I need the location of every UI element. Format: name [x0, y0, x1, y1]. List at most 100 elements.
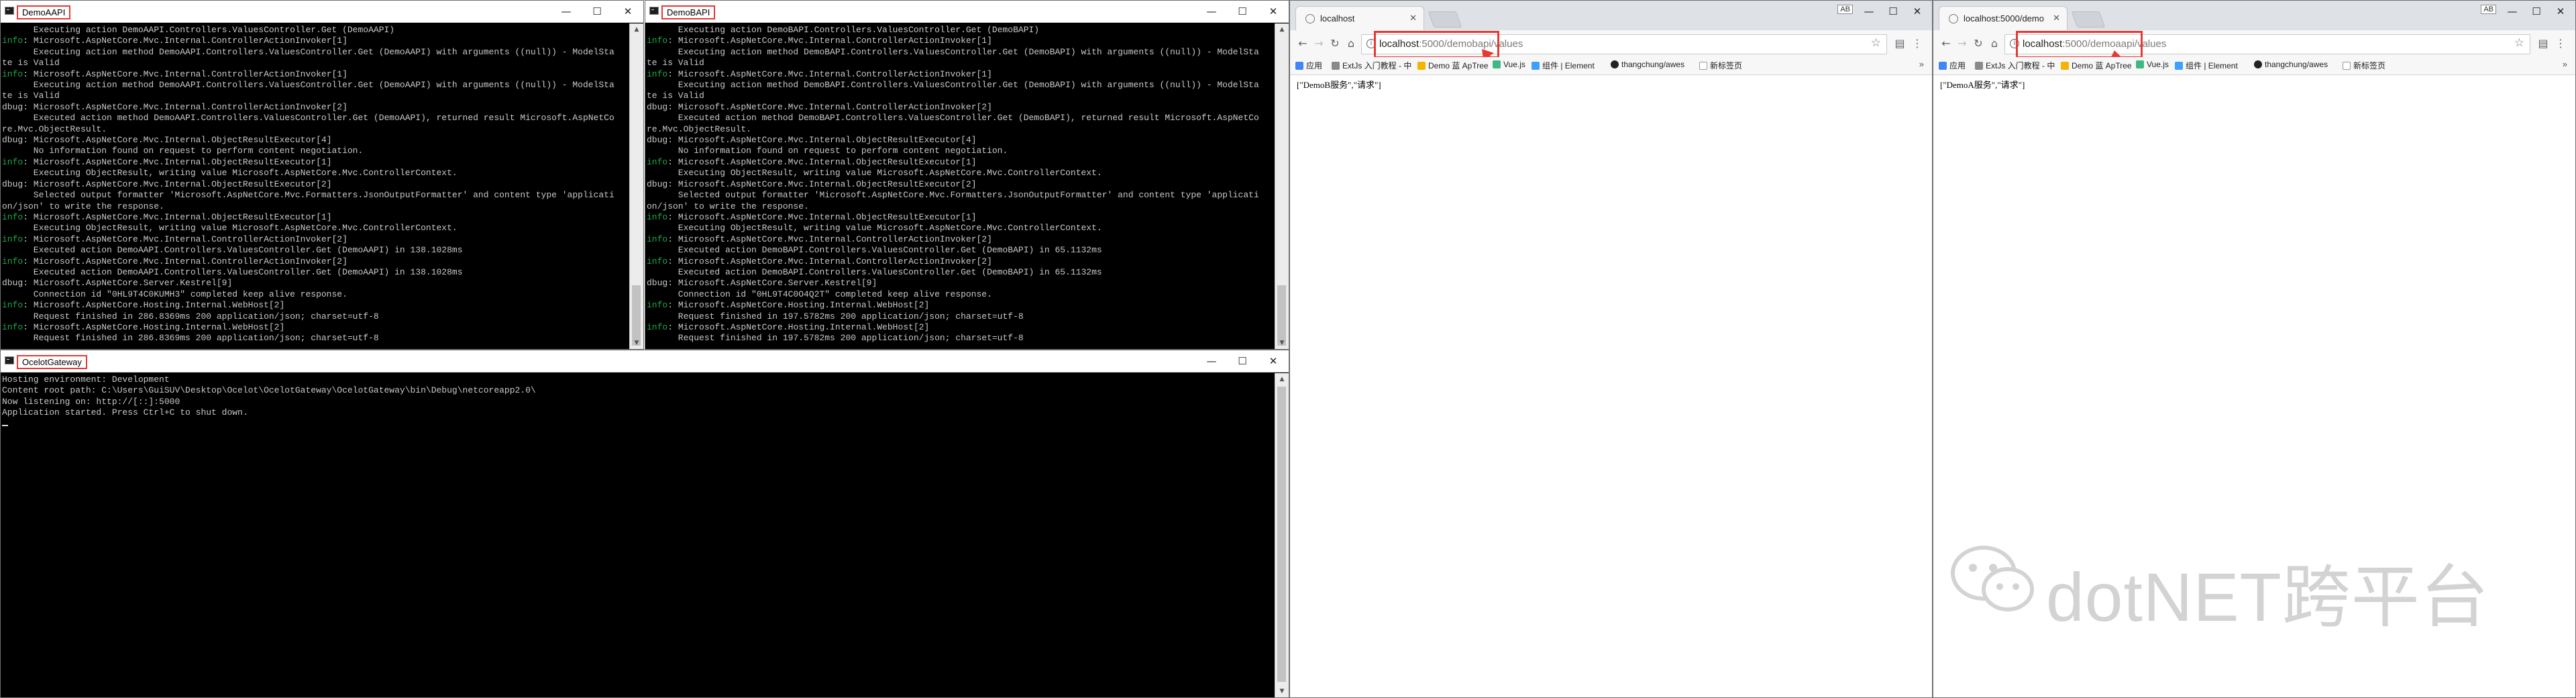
bookmark-item[interactable]: thangchung/awes	[1611, 60, 1684, 69]
bookmark-item[interactable]: 应用	[1939, 60, 1966, 71]
minimize-button[interactable]: —	[1857, 2, 1881, 21]
console-line: Request finished in 197.5782ms 200 appli…	[647, 333, 1274, 344]
more-bookmarks-icon[interactable]: »	[1919, 59, 1924, 69]
console-line-text: Request finished in 197.5782ms 200 appli…	[647, 311, 1024, 321]
forward-arrow-icon[interactable]: →	[1955, 36, 1970, 51]
console-line-text: Application started. Press Ctrl+C to shu…	[2, 407, 248, 418]
console-line-text: on/json' to write the response.	[647, 201, 809, 211]
menu-icon[interactable]: ⋮	[1910, 36, 1925, 51]
console-titlebar[interactable]: OcelotGateway — ☐ ✕	[1, 350, 1289, 372]
console-line: re.Mvc.ObjectResult.	[2, 124, 629, 135]
bookmark-item[interactable]: 新标签页	[1699, 60, 1742, 71]
close-button[interactable]: ✕	[1258, 1, 1289, 22]
browser-tab[interactable]: localhost ✕	[1295, 6, 1424, 31]
console-line: Executing action method DemoAAPI.Control…	[2, 80, 629, 91]
bookmark-item[interactable]: Demo 蓝 ApTree	[2061, 60, 2132, 71]
bookmark-favicon-icon	[1975, 62, 1983, 70]
bookmark-item[interactable]: thangchung/awes	[2254, 60, 2328, 69]
log-level-prefix: info	[2, 256, 23, 266]
console-line: Executed action DemoBAPI.Controllers.Val…	[647, 245, 1274, 256]
bookmark-item[interactable]: 应用	[1295, 60, 1322, 71]
console-line-text: Connection id "0HL9T4C0O4Q2T" completed …	[647, 289, 992, 299]
console-titlebar[interactable]: DemoAAPI — ☐ ✕	[1, 1, 643, 23]
console-line: dbug: Microsoft.AspNetCore.Mvc.Internal.…	[2, 135, 629, 146]
back-arrow-icon[interactable]: ←	[1939, 36, 1953, 51]
console-line: info: Microsoft.AspNetCore.Mvc.Internal.…	[647, 212, 1274, 223]
console-line: Executing action method DemoBAPI.Control…	[647, 80, 1274, 91]
scroll-up-icon[interactable]: ▲	[1275, 373, 1289, 385]
console-line-text: : Microsoft.AspNetCore.Hosting.Internal.…	[667, 321, 930, 332]
vertical-scrollbar[interactable]: ▲ ▼	[629, 23, 643, 349]
bookmark-item[interactable]: Demo 蓝 ApTree	[1417, 60, 1489, 71]
reload-icon[interactable]: ↻	[1971, 36, 1986, 51]
minimize-button[interactable]: —	[1196, 350, 1227, 372]
console-line-text: te is Valid	[647, 91, 704, 101]
console-window-demobapi: DemoBAPI — ☐ ✕ Executing action DemoBAPI…	[645, 0, 1289, 350]
close-button[interactable]: ✕	[612, 1, 643, 22]
maximize-button[interactable]: ☐	[582, 1, 612, 22]
console-line: Executing action method DemoBAPI.Control…	[647, 47, 1274, 58]
browser-tab[interactable]: localhost:5000/demo ✕	[1939, 6, 2068, 31]
console-app-icon	[649, 7, 659, 15]
tab-close-icon[interactable]: ✕	[2053, 13, 2060, 23]
log-level-prefix: info	[647, 211, 668, 222]
console-line: Executing ObjectResult, writing value Mi…	[647, 223, 1274, 234]
profile-badge[interactable]: AB	[2481, 5, 2496, 14]
console-line-text: : Microsoft.AspNetCore.Mvc.Internal.Cont…	[667, 101, 992, 112]
console-line: info: Microsoft.AspNetCore.Hosting.Inter…	[647, 322, 1274, 333]
scroll-up-icon[interactable]: ▲	[1275, 23, 1289, 36]
bookmark-item[interactable]: Vue.js	[2136, 60, 2169, 69]
console-line: info: Microsoft.AspNetCore.Mvc.Internal.…	[2, 36, 629, 46]
reload-icon[interactable]: ↻	[1328, 36, 1342, 51]
log-level-prefix: dbug	[2, 278, 23, 289]
bookmark-item[interactable]: 组件 | Element	[1532, 60, 1595, 71]
console-line: Now listening on: http://[::]:5000	[2, 397, 1274, 407]
bookmark-item[interactable]: 组件 | Element	[2175, 60, 2238, 71]
tab-title: localhost:5000/demo	[1964, 13, 2044, 23]
vertical-scrollbar[interactable]: ▲ ▼	[1275, 23, 1289, 349]
home-icon[interactable]: ⌂	[1344, 36, 1358, 51]
console-titlebar[interactable]: DemoBAPI — ☐ ✕	[645, 1, 1289, 23]
scroll-thumb[interactable]	[1277, 387, 1286, 682]
console-line-text: re.Mvc.ObjectResult.	[647, 123, 752, 134]
new-tab-button[interactable]	[1428, 11, 1462, 28]
bookmark-star-icon[interactable]: ☆	[2514, 36, 2524, 50]
minimize-button[interactable]: —	[2500, 2, 2524, 21]
bookmark-item[interactable]: 新标签页	[2343, 60, 2385, 71]
close-button[interactable]: ✕	[2548, 2, 2573, 21]
console-line: Connection id "0HL9T4C0O4Q2T" completed …	[647, 289, 1274, 300]
minimize-button[interactable]: —	[551, 1, 582, 22]
bookmark-star-icon[interactable]: ☆	[1871, 36, 1881, 50]
bookmark-item[interactable]: Vue.js	[1493, 60, 1525, 69]
forward-arrow-icon[interactable]: →	[1311, 36, 1326, 51]
minimize-button[interactable]: —	[1196, 1, 1227, 22]
maximize-button[interactable]: ☐	[1227, 350, 1258, 372]
home-icon[interactable]: ⌂	[1987, 36, 2002, 51]
scroll-down-icon[interactable]: ▼	[1275, 337, 1289, 349]
maximize-button[interactable]: ☐	[1227, 1, 1258, 22]
bookmark-item[interactable]: ExtJs 入门教程 - 中	[1975, 60, 2055, 71]
apps-icon	[1295, 62, 1303, 70]
back-arrow-icon[interactable]: ←	[1295, 36, 1310, 51]
extension-icon[interactable]: ▤	[1892, 36, 1907, 51]
vertical-scrollbar[interactable]: ▲ ▼	[1275, 373, 1289, 697]
console-line: No information found on request to perfo…	[2, 146, 629, 156]
menu-icon[interactable]: ⋮	[2553, 36, 2568, 51]
tab-close-icon[interactable]: ✕	[1409, 13, 1417, 23]
console-line-text: Executing ObjectResult, writing value Mi…	[647, 168, 1102, 179]
bookmark-item[interactable]: ExtJs 入门教程 - 中	[1332, 60, 1411, 71]
scroll-down-icon[interactable]: ▼	[1275, 685, 1289, 697]
close-button[interactable]: ✕	[1258, 350, 1289, 372]
new-tab-button[interactable]	[2071, 11, 2106, 28]
extension-icon[interactable]: ▤	[2536, 36, 2551, 51]
console-line: Request finished in 286.8369ms 200 appli…	[2, 311, 629, 322]
json-response: ["DemoA服务","请求"]	[1940, 80, 2025, 90]
maximize-button[interactable]: ☐	[2524, 2, 2548, 21]
more-bookmarks-icon[interactable]: »	[2563, 59, 2567, 69]
scroll-up-icon[interactable]: ▲	[630, 23, 643, 36]
close-button[interactable]: ✕	[1905, 2, 1929, 21]
profile-badge[interactable]: AB	[1837, 5, 1853, 14]
scroll-down-icon[interactable]: ▼	[630, 337, 643, 349]
maximize-button[interactable]: ☐	[1881, 2, 1905, 21]
console-line: te is Valid	[2, 91, 629, 101]
